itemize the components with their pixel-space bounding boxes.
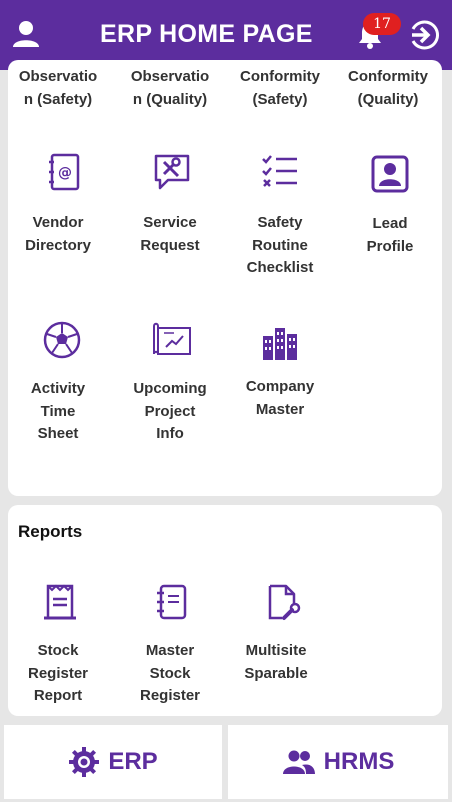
- checklist-icon: [262, 155, 297, 187]
- tile-label: Observatio n (Quality): [130, 68, 210, 108]
- tile-stock-register-report[interactable]: Stock Register Report: [4, 580, 112, 710]
- profile-icon: [371, 155, 409, 193]
- tile-label: Conformity (Safety): [240, 68, 320, 108]
- tile-conformity-quality[interactable]: Conformity (Quality): [334, 66, 442, 111]
- tile-lead-profile[interactable]: Lead Profile: [336, 150, 444, 270]
- tab-erp[interactable]: ERP: [4, 725, 222, 799]
- reports-section-title: Reports: [18, 522, 83, 541]
- address-book-icon: @: [49, 153, 80, 191]
- tab-hrms[interactable]: HRMS: [228, 725, 448, 799]
- tab-hrms-label: HRMS: [323, 748, 395, 775]
- tile-label: Company Master: [245, 378, 315, 418]
- blueprint-icon: [153, 322, 191, 355]
- tile-master-stock-register[interactable]: Master Stock Register: [116, 580, 224, 710]
- tile-label: Lead Profile: [366, 215, 414, 255]
- tile-upcoming-project-info[interactable]: Upcoming Project Info: [116, 318, 224, 458]
- tile-label: Stock Register Report: [27, 642, 89, 704]
- tile-multisite-sparable[interactable]: Multisite Sparable: [228, 580, 336, 690]
- page-title: ERP HOME PAGE: [100, 20, 313, 48]
- tile-label: Upcoming Project Info: [133, 380, 207, 442]
- tile-label: Observatio n (Safety): [18, 68, 98, 108]
- svg-text:@: @: [58, 165, 72, 181]
- tile-service-request[interactable]: Service Request: [116, 150, 224, 270]
- user-icon: [13, 21, 39, 47]
- tile-observation-safety[interactable]: Observatio n (Safety): [4, 66, 112, 111]
- tile-label: Activity Time Sheet: [30, 380, 86, 442]
- people-icon: [282, 750, 315, 774]
- tile-label: Conformity (Quality): [348, 68, 428, 108]
- tile-label: Vendor Directory: [25, 214, 91, 254]
- logout-button[interactable]: [406, 18, 440, 50]
- notification-badge: 17: [363, 13, 401, 35]
- user-profile-button[interactable]: [10, 18, 42, 50]
- file-wrench-icon: [268, 584, 301, 620]
- tab-erp-label: ERP: [108, 748, 158, 775]
- tile-label: Multisite Sparable: [244, 642, 308, 682]
- tile-conformity-safety[interactable]: Conformity (Safety): [226, 66, 334, 111]
- city-icon: [263, 328, 297, 360]
- soccer-ball-icon: [43, 321, 81, 359]
- tile-label: Safety Routine Checklist: [246, 214, 314, 276]
- logout-icon: [411, 20, 440, 50]
- notebook-icon: [157, 584, 187, 620]
- receipt-icon: [44, 584, 76, 620]
- tile-observation-quality[interactable]: Observatio n (Quality): [116, 66, 224, 111]
- tile-vendor-directory[interactable]: @ Vendor Directory: [4, 150, 112, 270]
- gear-icon: [69, 747, 100, 777]
- bottom-tab-bar: ERP HRMS: [0, 720, 452, 802]
- tile-label: Service Request: [140, 214, 200, 254]
- tile-activity-time-sheet[interactable]: Activity Time Sheet: [4, 318, 112, 458]
- tile-label: Master Stock Register: [139, 642, 201, 704]
- tile-company-master[interactable]: Company Master: [226, 318, 334, 438]
- tile-safety-routine-checklist[interactable]: Safety Routine Checklist: [226, 150, 334, 290]
- service-request-icon: [154, 154, 190, 190]
